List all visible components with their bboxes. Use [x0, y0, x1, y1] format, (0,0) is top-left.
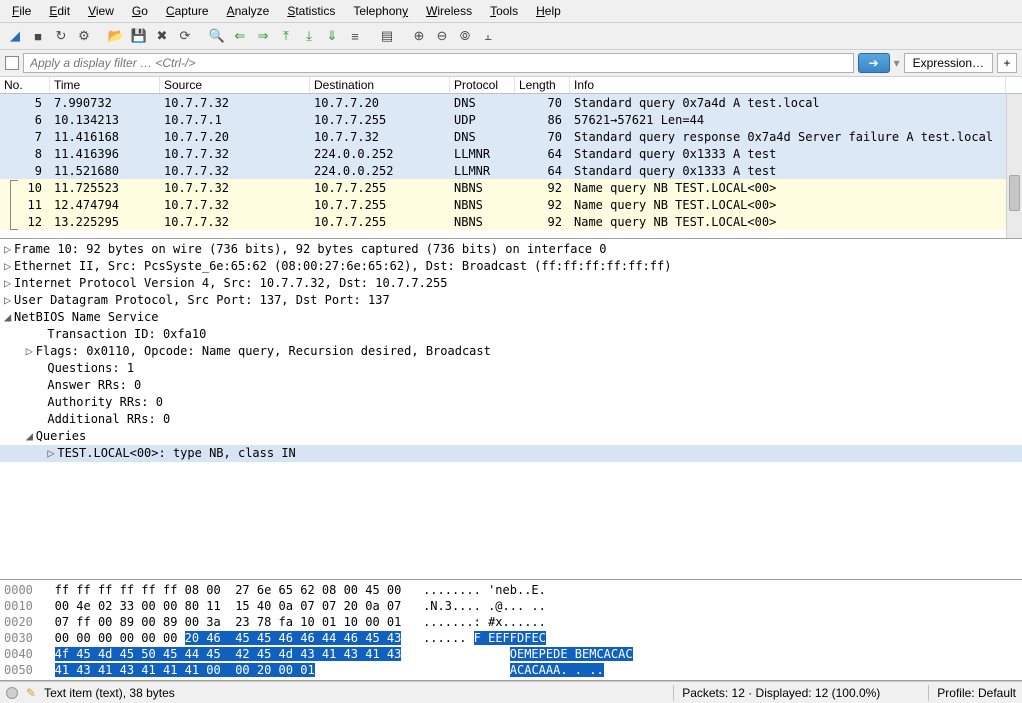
menu-file[interactable]: File [4, 2, 39, 20]
hex-row[interactable]: 0020 07 ff 00 89 00 89 00 3a 23 78 fa 10… [4, 614, 1018, 630]
edit-capture-comment-icon[interactable]: ✎ [26, 686, 36, 700]
zoom-in-icon[interactable]: ⊕ [409, 26, 429, 46]
tree-answer[interactable]: Answer RRs: 0 [0, 377, 1022, 394]
packet-row[interactable]: 1011.72552310.7.7.3210.7.7.255NBNS92Name… [0, 179, 1022, 196]
col-dest[interactable]: Destination [310, 77, 450, 93]
display-filter-input[interactable] [23, 53, 854, 73]
go-forward-icon[interactable]: ⇒ [253, 26, 273, 46]
packet-row[interactable]: 1112.47479410.7.7.3210.7.7.255NBNS92Name… [0, 196, 1022, 213]
save-file-icon[interactable]: 💾 [129, 26, 149, 46]
go-first-icon[interactable]: ⤓ [299, 26, 319, 46]
col-length[interactable]: Length [515, 77, 570, 93]
menu-view[interactable]: View [80, 2, 122, 20]
stop-capture-icon[interactable]: ■ [28, 26, 48, 46]
status-left-text: Text item (text), 38 bytes [44, 686, 175, 700]
tree-udp[interactable]: ▷User Datagram Protocol, Src Port: 137, … [0, 292, 1022, 309]
auto-scroll-icon[interactable]: ≡ [345, 26, 365, 46]
go-back-icon[interactable]: ⇐ [230, 26, 250, 46]
packet-list-header: No. Time Source Destination Protocol Len… [0, 77, 1022, 94]
tree-ethernet[interactable]: ▷Ethernet II, Src: PcsSyste_6e:65:62 (08… [0, 258, 1022, 275]
zoom-reset-icon[interactable]: ⦾ [455, 26, 475, 46]
colorize-icon[interactable]: ▤ [377, 26, 397, 46]
status-bar: ✎ Text item (text), 38 bytes Packets: 12… [0, 681, 1022, 703]
main-toolbar: ◢ ■ ↻ ⚙ 📂 💾 ✖ ⟳ 🔍 ⇐ ⇒ ⤒ ⤓ ⇓ ≡ ▤ ⊕ ⊖ ⦾ ⫠ [0, 23, 1022, 50]
related-packets-indicator-top [10, 180, 18, 181]
filter-apply-button[interactable]: ➔ [858, 53, 890, 73]
expert-info-icon[interactable] [6, 687, 18, 699]
status-profile[interactable]: Profile: Default [937, 686, 1016, 700]
related-packets-indicator [10, 180, 18, 230]
hex-row[interactable]: 0040 4f 45 4d 45 50 45 44 45 42 45 4d 43… [4, 646, 1018, 662]
menu-statistics[interactable]: Statistics [279, 2, 343, 20]
tree-txid[interactable]: Transaction ID: 0xfa10 [0, 326, 1022, 343]
tree-query-entry[interactable]: ▷TEST.LOCAL<00>: type NB, class IN [0, 445, 1022, 462]
expression-button[interactable]: Expression… [904, 53, 993, 73]
open-file-icon[interactable]: 📂 [106, 26, 126, 46]
tree-flags[interactable]: ▷Flags: 0x0110, Opcode: Name query, Recu… [0, 343, 1022, 360]
filter-bookmark-icon[interactable] [5, 56, 19, 70]
col-no[interactable]: No. [0, 77, 50, 93]
col-time[interactable]: Time [50, 77, 160, 93]
col-protocol[interactable]: Protocol [450, 77, 515, 93]
col-info[interactable]: Info [570, 77, 1006, 93]
packet-row[interactable]: 711.41616810.7.7.2010.7.7.32DNS70Standar… [0, 128, 1022, 145]
packet-row[interactable]: 911.52168010.7.7.32224.0.0.252LLMNR64Sta… [0, 162, 1022, 179]
hex-row[interactable]: 0000 ff ff ff ff ff ff 08 00 27 6e 65 62… [4, 582, 1018, 598]
menu-analyze[interactable]: Analyze [219, 2, 278, 20]
packet-bytes-pane[interactable]: 0000 ff ff ff ff ff ff 08 00 27 6e 65 62… [0, 580, 1022, 681]
go-to-packet-icon[interactable]: ⤒ [276, 26, 296, 46]
scrollbar-thumb[interactable] [1009, 175, 1020, 211]
menu-telephony[interactable]: Telephony [345, 2, 416, 20]
tree-ip[interactable]: ▷Internet Protocol Version 4, Src: 10.7.… [0, 275, 1022, 292]
find-packet-icon[interactable]: 🔍 [207, 26, 227, 46]
tree-additional[interactable]: Additional RRs: 0 [0, 411, 1022, 428]
col-source[interactable]: Source [160, 77, 310, 93]
go-last-icon[interactable]: ⇓ [322, 26, 342, 46]
add-filter-button[interactable]: + [997, 53, 1017, 73]
hex-row[interactable]: 0050 41 43 41 43 41 41 41 00 00 20 00 01… [4, 662, 1018, 678]
start-capture-icon[interactable]: ◢ [5, 26, 25, 46]
packet-row[interactable]: 811.41639610.7.7.32224.0.0.252LLMNR64Sta… [0, 145, 1022, 162]
packet-list-pane: No. Time Source Destination Protocol Len… [0, 77, 1022, 239]
menu-bar: File Edit View Go Capture Analyze Statis… [0, 0, 1022, 23]
display-filter-bar: ➔ ▾ Expression… + [0, 50, 1022, 77]
tree-queries[interactable]: ◢Queries [0, 428, 1022, 445]
hex-row[interactable]: 0030 00 00 00 00 00 00 20 46 45 45 46 46… [4, 630, 1018, 646]
reload-file-icon[interactable]: ⟳ [175, 26, 195, 46]
status-packet-count: Packets: 12 · Displayed: 12 (100.0%) [682, 686, 880, 700]
packet-scrollbar[interactable] [1006, 95, 1022, 238]
tree-authority[interactable]: Authority RRs: 0 [0, 394, 1022, 411]
resize-columns-icon[interactable]: ⫠ [478, 26, 498, 46]
packet-row[interactable]: 1213.22529510.7.7.3210.7.7.255NBNS92Name… [0, 213, 1022, 230]
packet-list-body[interactable]: 57.99073210.7.7.3210.7.7.20DNS70Standard… [0, 94, 1022, 230]
hex-row[interactable]: 0010 00 4e 02 33 00 00 80 11 15 40 0a 07… [4, 598, 1018, 614]
restart-capture-icon[interactable]: ↻ [51, 26, 71, 46]
capture-options-icon[interactable]: ⚙ [74, 26, 94, 46]
menu-wireless[interactable]: Wireless [418, 2, 480, 20]
zoom-out-icon[interactable]: ⊖ [432, 26, 452, 46]
menu-help[interactable]: Help [528, 2, 569, 20]
menu-go[interactable]: Go [124, 2, 156, 20]
packet-details-pane[interactable]: ▷Frame 10: 92 bytes on wire (736 bits), … [0, 239, 1022, 580]
menu-edit[interactable]: Edit [41, 2, 78, 20]
menu-capture[interactable]: Capture [158, 2, 217, 20]
tree-frame[interactable]: ▷Frame 10: 92 bytes on wire (736 bits), … [0, 241, 1022, 258]
menu-tools[interactable]: Tools [482, 2, 526, 20]
tree-questions[interactable]: Questions: 1 [0, 360, 1022, 377]
packet-row[interactable]: 57.99073210.7.7.3210.7.7.20DNS70Standard… [0, 94, 1022, 111]
close-file-icon[interactable]: ✖ [152, 26, 172, 46]
tree-nbns[interactable]: ◢NetBIOS Name Service [0, 309, 1022, 326]
packet-row[interactable]: 610.13421310.7.7.110.7.7.255UDP8657621→5… [0, 111, 1022, 128]
